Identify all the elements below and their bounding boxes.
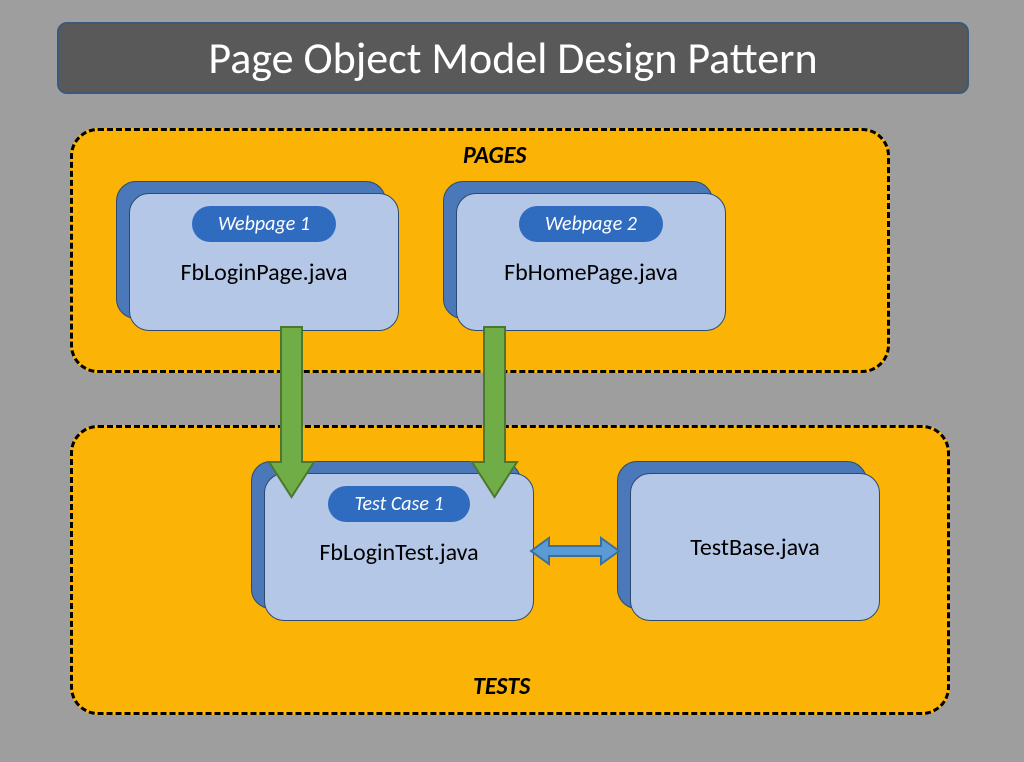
card-front: Webpage 2 FbHomePage.java [456,193,726,331]
arrow-bidirectional-icon [531,538,619,564]
diagram-title: Page Object Model Design Pattern [57,22,969,94]
card-front: Webpage 1 FbLoginPage.java [129,193,399,331]
webpage-2-filename: FbHomePage.java [504,258,678,287]
pages-group-label: PAGES [463,141,526,170]
testbase-filename: TestBase.java [690,533,819,562]
arrow-down-icon [472,327,517,497]
page-card-2: Webpage 2 FbHomePage.java [443,181,726,331]
webpage-1-pill: Webpage 1 [192,206,336,242]
tests-group-label: TESTS [473,672,530,701]
testbase-card: TestBase.java [617,461,880,621]
testcase-1-filename: FbLoginTest.java [319,538,478,567]
arrow-down-icon [269,327,314,497]
webpage-2-pill: Webpage 2 [519,206,663,242]
testcase-1-pill: Test Case 1 [328,486,469,522]
page-card-1: Webpage 1 FbLoginPage.java [116,181,399,331]
webpage-1-filename: FbLoginPage.java [180,258,347,287]
card-front: TestBase.java [630,473,880,621]
